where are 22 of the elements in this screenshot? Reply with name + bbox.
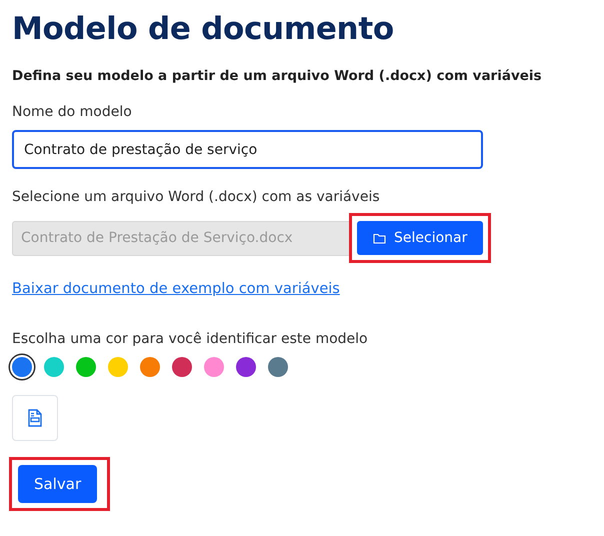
color-swatch[interactable] (268, 357, 288, 377)
color-swatch[interactable] (204, 357, 224, 377)
save-button[interactable]: Salvar (18, 465, 98, 503)
color-swatch[interactable] (108, 357, 128, 377)
color-swatch[interactable] (140, 357, 160, 377)
select-button[interactable]: Selecionar (357, 221, 484, 255)
input-field[interactable]: Contrato de prestação de serviço (12, 130, 483, 169)
color-swatch[interactable] (12, 357, 32, 377)
color-swatch[interactable] (172, 357, 192, 377)
page-title: Modelo de documento (12, 10, 395, 49)
field-label: Escolha uma cor para você identificar este modelo (12, 331, 369, 347)
file-field: Contrato de Prestação de Serviço.docx (12, 220, 352, 256)
document-icon (28, 409, 42, 427)
document-button[interactable] (12, 395, 58, 441)
color-swatch[interactable] (236, 357, 256, 377)
color-swatch[interactable] (44, 357, 64, 377)
subtitle: Defina seu modelo a partir de um arquivo Word (.docx) com variáveis (12, 68, 543, 84)
color-swatch[interactable] (76, 357, 96, 377)
field-label: Nome do modelo (12, 104, 133, 120)
folder-icon (373, 232, 386, 244)
example-link[interactable]: Baixar documento de exemplo com variáveis (12, 281, 340, 297)
field-label: Selecione um arquivo Word (.docx) com as variáveis (12, 189, 381, 205)
